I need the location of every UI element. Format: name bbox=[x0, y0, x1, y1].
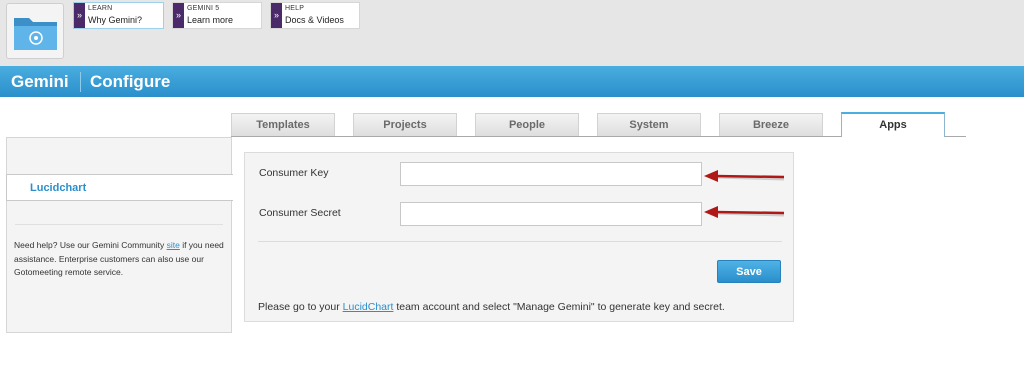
promo-gemini-5[interactable]: » GEMINI 5 Learn more bbox=[172, 2, 262, 29]
save-button[interactable]: Save bbox=[717, 260, 781, 283]
help-text: Need help? Use our Gemini Community site… bbox=[14, 239, 224, 280]
header-divider bbox=[80, 72, 81, 92]
sidebar bbox=[6, 137, 232, 333]
promo-title: Learn more bbox=[187, 15, 234, 25]
consumer-key-input[interactable] bbox=[400, 162, 702, 186]
consumer-key-label: Consumer Key bbox=[259, 167, 329, 179]
promo-kicker: LEARN bbox=[88, 5, 113, 12]
page-title: Configure bbox=[90, 72, 171, 91]
help-text-start: Need help? Use our Gemini Community bbox=[14, 240, 167, 250]
tab-apps[interactable]: Apps bbox=[841, 112, 945, 137]
tab-templates[interactable]: Templates bbox=[231, 113, 335, 136]
tab-projects[interactable]: Projects bbox=[353, 113, 457, 136]
note-text-start: Please go to your bbox=[258, 301, 343, 313]
promo-kicker: GEMINI 5 bbox=[187, 5, 220, 12]
instructions-note: Please go to your LucidChart team accoun… bbox=[258, 301, 725, 313]
chevron-right-icon: » bbox=[173, 3, 184, 28]
gemini-logo-icon[interactable] bbox=[6, 3, 64, 59]
consumer-secret-input[interactable] bbox=[400, 202, 702, 226]
chevron-right-icon: » bbox=[74, 3, 85, 28]
brand-title[interactable]: Gemini bbox=[11, 72, 69, 92]
promo-why-gemini[interactable]: » LEARN Why Gemini? bbox=[73, 2, 164, 29]
consumer-secret-label: Consumer Secret bbox=[259, 207, 341, 219]
lucidchart-link[interactable]: LucidChart bbox=[343, 301, 394, 313]
community-site-link[interactable]: site bbox=[167, 240, 180, 250]
sidebar-item-lucidchart[interactable]: Lucidchart bbox=[6, 174, 233, 201]
tab-people[interactable]: People bbox=[475, 113, 579, 136]
header-bar: Gemini Configure bbox=[0, 66, 1024, 97]
form-divider bbox=[258, 241, 782, 242]
tab-system[interactable]: System bbox=[597, 113, 701, 136]
arrow-left-icon bbox=[704, 170, 785, 182]
chevron-right-icon: » bbox=[271, 3, 282, 28]
top-bar: » LEARN Why Gemini? » GEMINI 5 Learn mor… bbox=[0, 0, 1024, 66]
promo-title: Why Gemini? bbox=[88, 15, 143, 25]
tab-breeze[interactable]: Breeze bbox=[719, 113, 823, 136]
promo-kicker: HELP bbox=[285, 5, 305, 12]
sidebar-divider bbox=[15, 224, 223, 225]
note-text-end: team account and select "Manage Gemini" … bbox=[393, 301, 725, 313]
promo-help[interactable]: » HELP Docs & Videos bbox=[270, 2, 360, 29]
arrow-left-icon bbox=[704, 206, 785, 218]
promo-title: Docs & Videos bbox=[285, 15, 344, 25]
